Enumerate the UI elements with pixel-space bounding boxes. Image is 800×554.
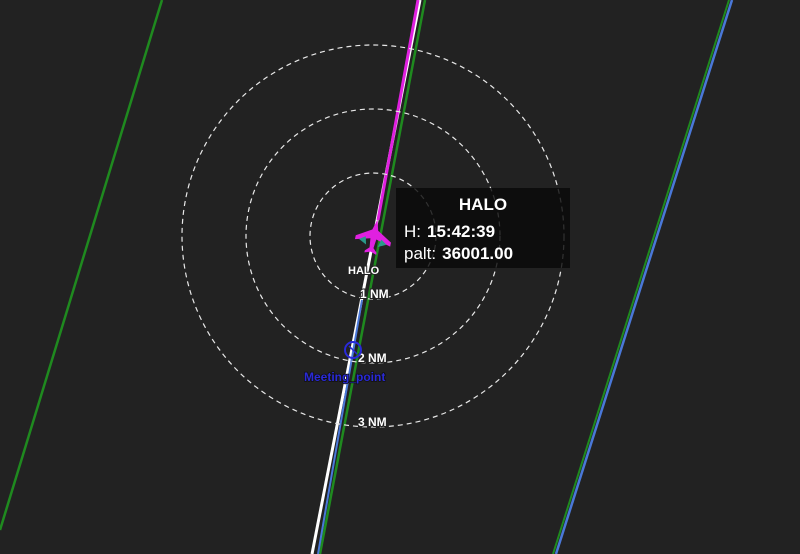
track-line-blue-right <box>554 0 734 554</box>
map-canvas[interactable]: 1 NM 2 NM 3 NM Meeting_point HALO <box>0 0 800 554</box>
range-ring-label-1nm: 1 NM <box>360 287 389 301</box>
info-title: HALO <box>458 195 508 214</box>
info-heading-label: H: <box>404 222 421 241</box>
track-line-blue-center <box>317 299 363 554</box>
waypoint-label: Meeting_point <box>304 370 385 384</box>
route-line <box>376 0 420 221</box>
aircraft-label: HALO <box>348 265 380 277</box>
track-line-green-center <box>318 0 427 554</box>
info-heading-value: 15:42:39 <box>427 222 496 241</box>
range-ring-label-3nm: 3 NM <box>358 415 387 429</box>
aircraft-marker[interactable] <box>353 216 395 258</box>
aircraft-info-popup: HALO H: 15:42:39 palt: 36001.00 <box>396 188 570 268</box>
info-palt-row: palt: 36001.00 <box>404 244 513 264</box>
track-line-green-left <box>0 0 164 531</box>
track-line-green-right <box>552 0 730 554</box>
airplane-icon[interactable] <box>353 216 395 258</box>
range-ring-label-2nm: 2 NM <box>358 351 387 365</box>
info-palt-label: palt: <box>404 244 437 263</box>
info-palt-value: 36001.00 <box>442 244 514 263</box>
info-heading-row: H: 15:42:39 <box>404 222 495 242</box>
